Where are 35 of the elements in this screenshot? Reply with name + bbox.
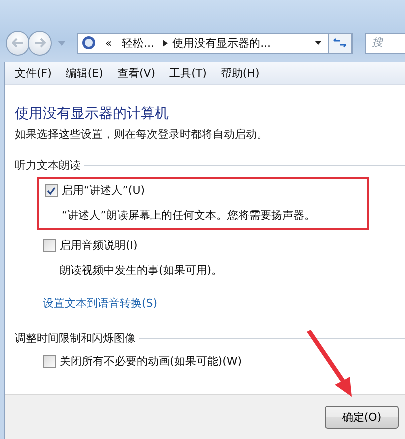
back-button[interactable] bbox=[6, 30, 30, 56]
menu-item[interactable]: 查看(V) bbox=[117, 66, 156, 80]
breadcrumb[interactable]: 使用没有显示器的... bbox=[168, 36, 276, 50]
address-bar[interactable]: « 轻松... 使用没有显示器的... bbox=[77, 32, 354, 54]
section-title: 调整时间限制和闪烁图像 bbox=[15, 331, 136, 346]
settings-link[interactable]: 设置文本到语音转换(S) bbox=[43, 296, 405, 311]
menu-item[interactable]: 编辑(E) bbox=[66, 66, 104, 80]
option-description: 朗读视频中发生的事(如果可用)。 bbox=[60, 263, 224, 278]
search-field[interactable]: 搜 bbox=[365, 32, 405, 54]
page-subtitle: 如果选择这些设置，则在每次登录时都将自动启动。 bbox=[15, 127, 269, 142]
menu-item[interactable]: 工具(T) bbox=[170, 66, 207, 80]
forward-button[interactable] bbox=[28, 30, 52, 56]
caret-icon bbox=[315, 41, 322, 45]
checkbox[interactable] bbox=[43, 239, 56, 252]
refresh-button[interactable] bbox=[328, 32, 352, 54]
ok-button[interactable]: 确定(O) bbox=[325, 406, 399, 428]
checkbox-label[interactable]: 启用音频说明(I) bbox=[60, 238, 138, 253]
checkbox-label[interactable]: 启用“讲述人”(U) bbox=[62, 183, 146, 198]
caret-icon[interactable] bbox=[58, 40, 66, 46]
section-title: 听力文本朗读 bbox=[15, 158, 81, 173]
breadcrumb-overflow[interactable]: « bbox=[100, 36, 118, 50]
annotation-arrow bbox=[305, 330, 355, 400]
page-heading: 使用没有显示器的计算机 bbox=[15, 105, 170, 123]
control-panel-icon bbox=[82, 36, 96, 50]
chevron-icon bbox=[162, 40, 168, 46]
menu-item[interactable]: 文件(F) bbox=[15, 66, 52, 80]
checkbox-label[interactable]: 关闭所有不必要的动画(如果可能)(W) bbox=[60, 354, 242, 369]
breadcrumb[interactable]: 轻松... bbox=[117, 36, 163, 50]
checkbox[interactable] bbox=[45, 184, 58, 197]
option-description: “讲述人”朗读屏幕上的任何文本。您将需要扬声器。 bbox=[62, 208, 316, 223]
forward-arrow-icon bbox=[34, 38, 46, 48]
refresh-icon bbox=[333, 38, 348, 48]
checkbox[interactable] bbox=[43, 355, 56, 368]
menu-item[interactable]: 帮助(H) bbox=[220, 66, 260, 80]
back-arrow-icon bbox=[12, 38, 24, 48]
